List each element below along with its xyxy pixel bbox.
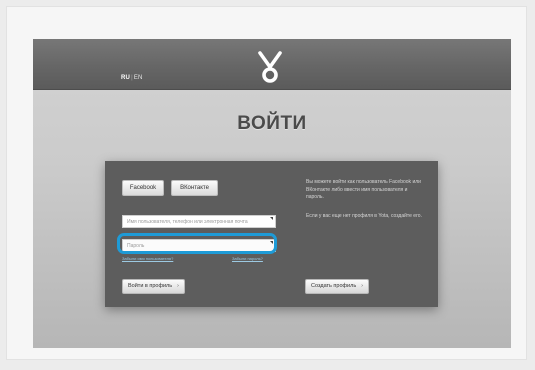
field-corner-icon: [270, 241, 273, 244]
info-social-text: Вы можете войти как пользователь Faceboo…: [306, 179, 421, 200]
username-input[interactable]: [123, 216, 267, 227]
forgot-username-link[interactable]: Забыли имя пользователя?: [122, 256, 173, 261]
password-field: [122, 239, 276, 252]
top-bar: RU|EN: [33, 39, 511, 90]
login-panel: Facebook ВКонтакте Забыли имя пользовате…: [105, 161, 438, 307]
chevron-right-icon: ›: [361, 283, 363, 289]
yota-logo-icon[interactable]: [257, 50, 283, 84]
page-title: ВОЙТИ: [237, 113, 307, 134]
password-input[interactable]: [123, 240, 267, 251]
lang-separator: |: [131, 75, 133, 81]
info-create-text: Если у вас еще нет профиля в Yota, созда…: [306, 213, 422, 219]
username-field: [122, 215, 276, 228]
create-profile-label: Создать профиль: [311, 283, 357, 289]
lang-ru[interactable]: RU: [121, 75, 130, 81]
login-button-label: Войти в профиль: [128, 283, 173, 289]
chevron-right-icon: ›: [177, 283, 179, 289]
vkontakte-login-button[interactable]: ВКонтакте: [171, 180, 218, 196]
login-button[interactable]: Войти в профиль ›: [122, 279, 185, 294]
language-switcher: RU|EN: [121, 75, 143, 81]
forgot-password-link[interactable]: Забыли пароль?: [232, 256, 263, 261]
login-page: RU|EN ВОЙТИ Facebook ВКонтакте Забыли им…: [33, 39, 511, 348]
field-corner-icon: [270, 217, 273, 220]
create-profile-button[interactable]: Создать профиль ›: [305, 279, 369, 294]
facebook-login-button[interactable]: Facebook: [122, 180, 164, 196]
lang-en[interactable]: EN: [134, 75, 143, 81]
